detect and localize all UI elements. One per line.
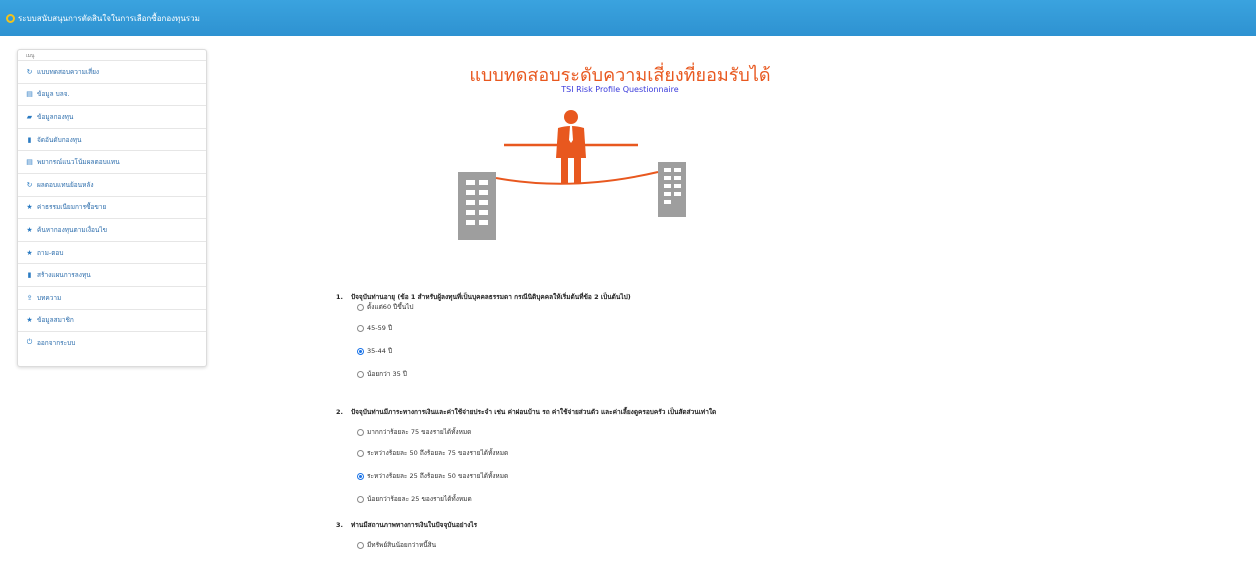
sidebar-item[interactable]: ▤ พยากรณ์แนวโน้มผลตอบแทน xyxy=(18,150,206,173)
sidebar-item[interactable]: ▮ จัดอันดับกองทุน xyxy=(18,127,206,151)
question-number: 3. xyxy=(336,521,343,529)
app-title: ระบบสนับสนุนการตัดสินใจในการเลือกซื้อกอง… xyxy=(18,13,200,23)
radio-button[interactable] xyxy=(357,347,364,355)
right-building-icon xyxy=(658,162,686,217)
sidebar-item-label: ข้อมูลสมาชิก xyxy=(37,316,74,325)
question-block: 2. ปัจจุบันท่านมีภาระทางการเงินและค่าใช้จ… xyxy=(336,407,1216,503)
star-icon: ★ xyxy=(26,203,33,212)
answer-option[interactable]: ตั้งแต่60 ปีขึ้นไป xyxy=(357,302,414,312)
sidebar-item[interactable]: ⏻ ออกจากระบบ xyxy=(18,331,206,354)
sidebar-item[interactable]: ▮ สร้างแผนการลงทุน xyxy=(18,263,206,286)
brand-link[interactable]: ระบบสนับสนุนการตัดสินใจในการเลือกซื้อกอง… xyxy=(6,12,200,25)
answer-label: น้อยกว่า 35 ปี xyxy=(367,370,407,378)
sidebar-item[interactable]: ★ ข้อมูลสมาชิก xyxy=(18,308,206,332)
question-number: 2. xyxy=(336,408,343,416)
sidebar-item-label: ผลตอบแทนย้อนหลัง xyxy=(37,180,94,189)
sidebar-item[interactable]: ★ ถาม-ตอบ xyxy=(18,240,206,264)
page-subtitle: TSI Risk Profile Questionnaire xyxy=(561,85,679,94)
star-icon: ★ xyxy=(26,225,33,234)
question-block: 3. ท่านมีสถานภาพทางการเงินในปัจจุบันอย่าง… xyxy=(336,520,1216,549)
businessman-icon xyxy=(556,110,586,184)
answer-option[interactable]: น้อยกว่าร้อยละ 25 ของรายได้ทั้งหมด xyxy=(357,494,472,504)
answer-option[interactable]: ระหว่างร้อยละ 50 ถึงร้อยละ 75 ของรายได้ท… xyxy=(357,448,508,458)
sidebar-item-label: แบบทดสอบความเสี่ยง xyxy=(37,67,100,76)
sidebar-item-label: จัดอันดับกองทุน xyxy=(37,135,82,144)
answer-label: ตั้งแต่60 ปีขึ้นไป xyxy=(367,303,414,311)
answer-option[interactable]: 35-44 ปี xyxy=(357,346,392,356)
answer-option[interactable]: ระหว่างร้อยละ 25 ถึงร้อยละ 50 ของรายได้ท… xyxy=(357,471,508,481)
question-title: 1. ปัจจุบันท่านอายุ (ข้อ 1 สำหรับผู้ลงทุน… xyxy=(336,292,1216,302)
sidebar-item-label: ถาม-ตอบ xyxy=(37,248,64,257)
radio-button[interactable] xyxy=(357,472,364,480)
sidebar-caption: เมนู xyxy=(26,53,35,59)
question-number: 1. xyxy=(336,293,343,301)
upload-icon: ⇪ xyxy=(26,293,33,302)
sidebar-item-label: ค้นหากองทุนตามเงื่อนไข xyxy=(37,225,108,234)
question-text: ปัจจุบันท่านมีภาระทางการเงินและค่าใช้จ่า… xyxy=(351,408,717,416)
sidebar-item[interactable]: ⇪ บทความ xyxy=(18,285,206,309)
answer-option[interactable]: น้อยกว่า 35 ปี xyxy=(357,369,407,379)
sidebar-item[interactable]: ↻ แบบทดสอบความเสี่ยง xyxy=(18,60,206,83)
question-block: 1. ปัจจุบันท่านอายุ (ข้อ 1 สำหรับผู้ลงทุน… xyxy=(336,292,1216,378)
radio-button[interactable] xyxy=(357,370,364,378)
radio-button[interactable] xyxy=(357,428,364,436)
sidebar-item-label: ข้อมูลกองทุน xyxy=(37,112,74,121)
radio-button[interactable] xyxy=(357,541,364,549)
answer-option[interactable]: มีทรัพย์สินน้อยกว่าหนี้สิน xyxy=(357,540,436,550)
sidebar-item[interactable]: ▤ ข้อมูล บลจ. xyxy=(18,82,206,106)
tightrope-illustration xyxy=(458,110,686,240)
list-icon: ▤ xyxy=(26,90,33,99)
refresh-icon: ↻ xyxy=(26,180,33,189)
left-building-icon xyxy=(458,172,496,240)
sidebar-item[interactable]: ★ ค้นหากองทุนตามเงื่อนไข xyxy=(18,218,206,241)
logo-icon xyxy=(6,13,15,23)
answer-label: มีทรัพย์สินน้อยกว่าหนี้สิน xyxy=(367,541,437,549)
answer-label: ระหว่างร้อยละ 25 ถึงร้อยละ 50 ของรายได้ท… xyxy=(367,472,509,480)
radio-button[interactable] xyxy=(357,449,364,457)
answer-option[interactable]: 45-59 ปี xyxy=(357,323,392,333)
bar-chart-icon: ▮ xyxy=(27,135,32,144)
radio-button[interactable] xyxy=(357,303,364,311)
sidebar-menu: เมนู ↻ แบบทดสอบความเสี่ยง ▤ ข้อมูล บลจ. ▰ ข้อ… xyxy=(17,49,207,367)
list-icon: ▤ xyxy=(26,158,33,167)
top-navbar: ระบบสนับสนุนการตัดสินใจในการเลือกซื้อกอง… xyxy=(0,0,1256,36)
star-icon: ★ xyxy=(26,316,33,325)
sidebar-item[interactable]: ▰ ข้อมูลกองทุน xyxy=(18,105,206,128)
power-icon: ⏻ xyxy=(26,338,33,347)
bar-chart-icon: ▮ xyxy=(27,271,32,280)
answer-label: 45-59 ปี xyxy=(367,324,393,332)
answer-label: น้อยกว่าร้อยละ 25 ของรายได้ทั้งหมด xyxy=(367,495,472,503)
answer-option[interactable]: มากกว่าร้อยละ 75 ของรายได้ทั้งหมด xyxy=(357,427,471,437)
radio-button[interactable] xyxy=(357,495,364,503)
sidebar-item-label: ออกจากระบบ xyxy=(37,338,76,347)
question-text: ท่านมีสถานภาพทางการเงินในปัจจุบันอย่างไร xyxy=(351,521,478,529)
question-text: ปัจจุบันท่านอายุ (ข้อ 1 สำหรับผู้ลงทุนที… xyxy=(351,293,631,301)
sidebar-item[interactable]: ★ ค่าธรรมเนียมการซื้อขาย xyxy=(18,195,206,219)
question-title: 2. ปัจจุบันท่านมีภาระทางการเงินและค่าใช้จ… xyxy=(336,407,1216,417)
folder-icon: ▰ xyxy=(26,112,33,121)
refresh-icon: ↻ xyxy=(26,67,33,76)
sidebar-item-label: บทความ xyxy=(37,293,62,302)
sidebar-item[interactable]: ↻ ผลตอบแทนย้อนหลัง xyxy=(18,172,206,196)
question-title: 3. ท่านมีสถานภาพทางการเงินในปัจจุบันอย่าง… xyxy=(336,520,1216,530)
sidebar-item-label: ค่าธรรมเนียมการซื้อขาย xyxy=(37,203,107,212)
radio-button[interactable] xyxy=(357,324,364,332)
answer-label: ระหว่างร้อยละ 50 ถึงร้อยละ 75 ของรายได้ท… xyxy=(367,449,509,457)
sidebar-item-label: สร้างแผนการลงทุน xyxy=(37,271,91,280)
answer-label: 35-44 ปี xyxy=(367,347,393,355)
sidebar-item-label: พยากรณ์แนวโน้มผลตอบแทน xyxy=(37,158,120,167)
answer-label: มากกว่าร้อยละ 75 ของรายได้ทั้งหมด xyxy=(367,428,472,436)
sidebar-item-label: ข้อมูล บลจ. xyxy=(37,90,70,99)
star-icon: ★ xyxy=(26,248,33,257)
